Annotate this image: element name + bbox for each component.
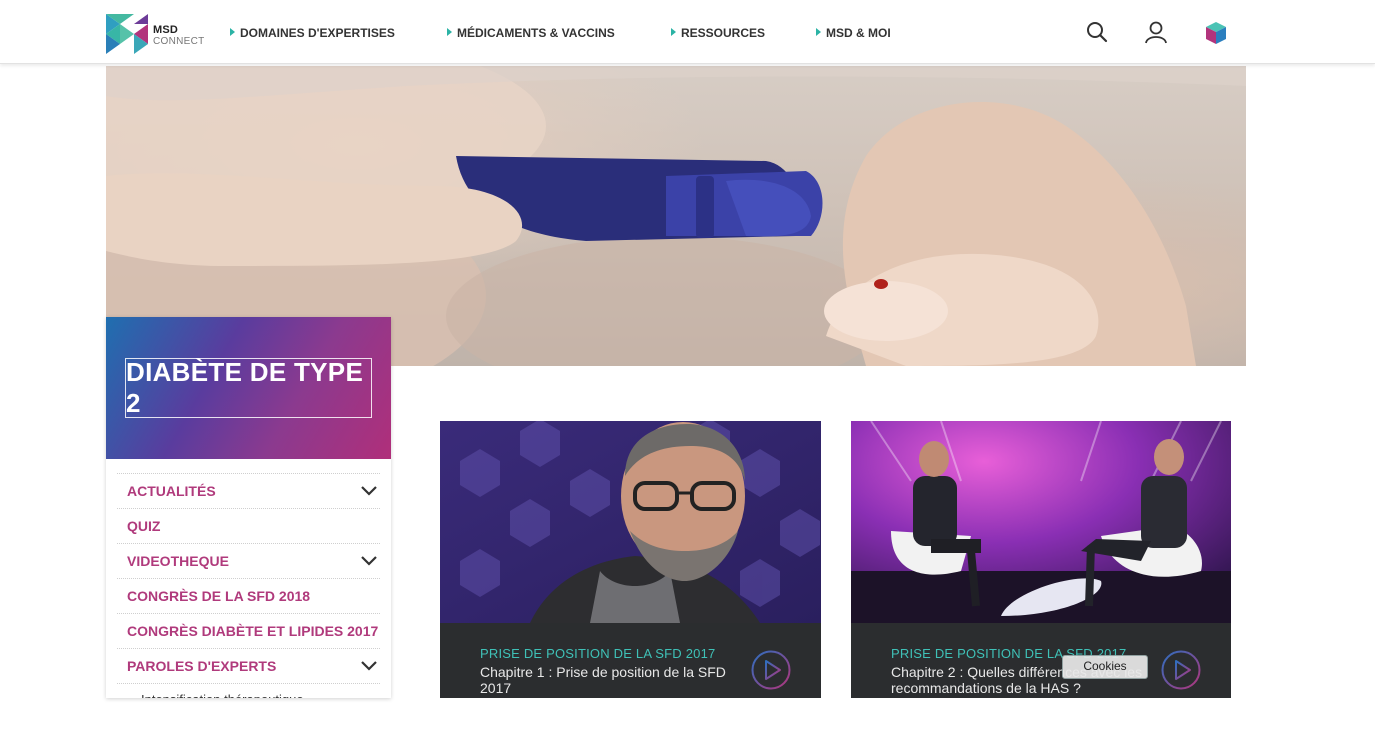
section-menu: ACTUALITÉS QUIZ VIDEOTHEQUE CONGRÈS DE L… (117, 473, 380, 698)
menu-item-label: QUIZ (127, 518, 161, 534)
video-thumbnail[interactable] (851, 421, 1231, 623)
video-card[interactable]: PRISE DE POSITION DE LA SFD 2017 Chapitr… (440, 421, 821, 698)
video-info: PRISE DE POSITION DE LA SFD 2017 Chapitr… (851, 623, 1231, 698)
nav-bullet-icon (671, 28, 676, 36)
nav-bullet-icon (816, 28, 821, 36)
menu-item-label: CONGRÈS DIABÈTE ET LIPIDES 2017 (127, 623, 379, 639)
menu-item-label: PAROLES D'EXPERTS (127, 658, 277, 674)
play-icon[interactable] (1161, 650, 1201, 690)
logo-text-connect: CONNECT (153, 36, 205, 47)
nav-ressources[interactable]: RESSOURCES (671, 26, 765, 40)
video-kicker: PRISE DE POSITION DE LA SFD 2017 (480, 646, 716, 661)
cookies-button[interactable]: Cookies (1062, 655, 1148, 679)
menu-item-label: VIDEOTHEQUE (127, 553, 229, 569)
search-icon[interactable] (1085, 20, 1111, 46)
menu-item-quiz[interactable]: QUIZ (117, 508, 380, 543)
logo-text-msd: MSD (153, 24, 179, 36)
nav-bullet-icon (230, 28, 235, 36)
user-account-icon[interactable] (1144, 20, 1170, 46)
section-banner: DIABÈTE DE TYPE 2 (106, 317, 391, 459)
nav-medicaments-vaccins[interactable]: MÉDICAMENTS & VACCINS (447, 26, 615, 40)
play-icon[interactable] (751, 650, 791, 690)
video-title[interactable]: Chapitre 1 : Prise de position de la SFD… (480, 664, 742, 696)
nav-bullet-icon (447, 28, 452, 36)
menu-item-congres-sfd-2018[interactable]: CONGRÈS DE LA SFD 2018 (117, 578, 380, 613)
video-info: PRISE DE POSITION DE LA SFD 2017 Chapitr… (440, 623, 821, 698)
menu-item-label: CONGRÈS DE LA SFD 2018 (127, 588, 311, 604)
video-card[interactable]: PRISE DE POSITION DE LA SFD 2017 Chapitr… (851, 421, 1231, 698)
section-sidebar: DIABÈTE DE TYPE 2 ACTUALITÉS QUIZ VIDEOT… (106, 317, 391, 698)
menu-item-paroles-experts[interactable]: PAROLES D'EXPERTS (117, 648, 380, 683)
video-thumbnail[interactable] (440, 421, 821, 623)
menu-item-label: ACTUALITÉS (127, 483, 216, 499)
cube-icon[interactable] (1203, 20, 1229, 46)
chevron-down-icon[interactable] (360, 485, 378, 497)
nav-label: MÉDICAMENTS & VACCINS (457, 26, 615, 40)
menu-item-congres-diabete-lipides-2017[interactable]: CONGRÈS DIABÈTE ET LIPIDES 2017 (117, 613, 380, 648)
section-title-box: DIABÈTE DE TYPE 2 (125, 357, 372, 418)
chevron-down-icon[interactable] (360, 660, 378, 672)
menu-item-actualites[interactable]: ACTUALITÉS (117, 473, 380, 508)
submenu-item-intensification[interactable]: Intensification thérapeutique (117, 683, 380, 698)
nav-label: RESSOURCES (681, 26, 766, 40)
nav-label: DOMAINES D'EXPERTISES (240, 26, 395, 40)
msd-connect-logo[interactable]: MSD CONNECT (106, 14, 206, 54)
logo-mark-icon (106, 14, 148, 54)
site-header: MSD CONNECT DOMAINES D'EXPERTISES MÉDICA… (0, 0, 1375, 64)
nav-label: MSD & MOI (826, 26, 891, 40)
nav-msd-et-moi[interactable]: MSD & MOI (816, 26, 891, 40)
chevron-down-icon[interactable] (360, 555, 378, 567)
nav-domaines-expertises[interactable]: DOMAINES D'EXPERTISES (230, 26, 395, 40)
section-title: DIABÈTE DE TYPE 2 (126, 357, 364, 418)
menu-item-videotheque[interactable]: VIDEOTHEQUE (117, 543, 380, 578)
